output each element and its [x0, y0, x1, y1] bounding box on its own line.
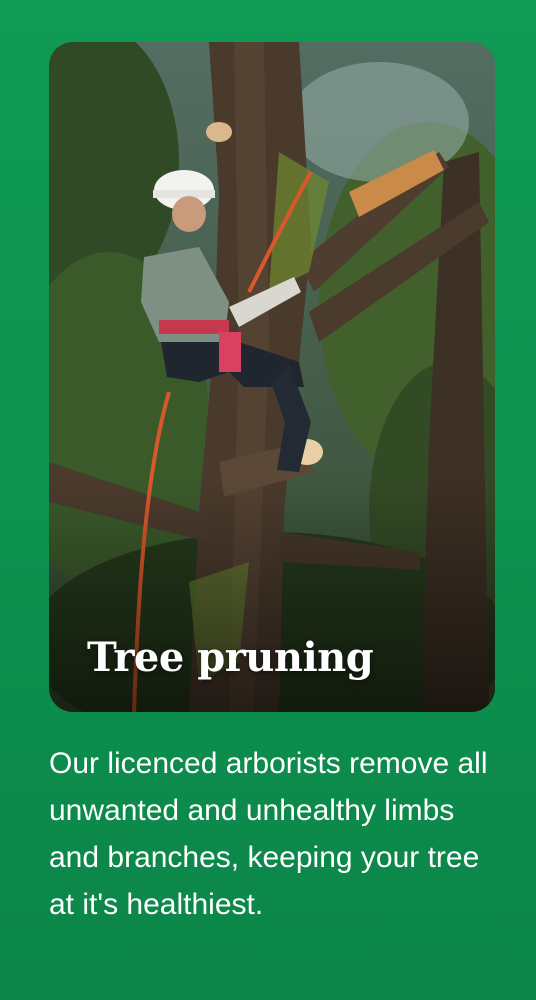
arborist-pruning-tree-photo	[49, 42, 495, 712]
service-description: Our licenced arborists remove all unwant…	[49, 747, 488, 921]
service-photo: Tree pruning	[49, 42, 495, 712]
service-title: Tree pruning	[87, 634, 374, 681]
service-card: Tree pruning Our licenced arborists remo…	[0, 0, 536, 1000]
